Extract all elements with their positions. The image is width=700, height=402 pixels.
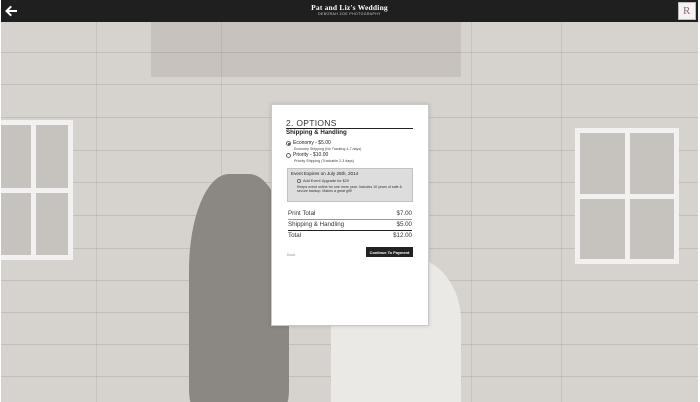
totals-divider-strong (288, 230, 412, 231)
right-window (575, 128, 679, 264)
print-total-value: $7.00 (396, 210, 412, 217)
print-total-row: Print Total $7.00 (288, 210, 412, 217)
gallery-title: Pat and Liz's Wedding (311, 3, 388, 12)
left-window (1, 120, 73, 260)
economy-radio[interactable] (286, 140, 291, 146)
brand-logo-icon[interactable]: R (678, 2, 696, 20)
continue-to-payment-button[interactable]: Continue To Payment (366, 247, 413, 257)
top-bar: Pat and Liz's Wedding DEBORAH ZOE PHOTOG… (1, 0, 698, 22)
priority-radio[interactable] (286, 152, 291, 158)
event-expiry-box: Event Expires on July 25th, 2014 Add Eve… (287, 168, 413, 202)
step-title: 2. OPTIONS (286, 118, 337, 128)
photographer-name: DEBORAH ZOE PHOTOGRAPHY (318, 12, 381, 16)
shipping-total-label: Shipping & Handling (288, 221, 345, 228)
event-upgrade-label: Add Event Upgrade for $29 (303, 179, 350, 183)
shipping-option-priority[interactable]: Priority - $10.00 (286, 152, 328, 158)
shipping-total-row: Shipping & Handling $5.00 (288, 221, 412, 228)
event-upgrade-description: Keeps event online for one more year. In… (297, 185, 403, 194)
totals-divider (288, 219, 412, 220)
app-page: Pat and Liz's Wedding DEBORAH ZOE PHOTOG… (1, 0, 698, 402)
gallery-title-block: Pat and Liz's Wedding DEBORAH ZOE PHOTOG… (1, 3, 698, 17)
economy-description: Economy Shipping (No Tracking 4-7 days) (294, 147, 362, 151)
priority-description: Priority Shipping (Trackable 2-3 days) (294, 159, 354, 163)
checkout-options-dialog: 2. OPTIONS Shipping & Handling Economy -… (271, 104, 429, 326)
priority-label: Priority - $10.00 (293, 152, 329, 158)
print-total-label: Print Total (288, 210, 316, 217)
shipping-option-economy[interactable]: Economy - $5.00 (286, 140, 331, 146)
event-upgrade-option[interactable]: Add Event Upgrade for $29 (297, 179, 349, 183)
grand-total-label: Total (288, 232, 302, 239)
shipping-total-value: $5.00 (396, 221, 412, 228)
economy-label: Economy - $5.00 (293, 140, 331, 146)
grand-total-value: $12.00 (393, 232, 412, 239)
event-upgrade-checkbox[interactable] (297, 179, 301, 183)
logo-letter: R (683, 5, 691, 17)
event-expiry-title: Event Expires on July 25th, 2014 (291, 171, 359, 176)
grand-total-row: Total $12.00 (288, 232, 412, 239)
section-title: Shipping & Handling (286, 129, 347, 136)
back-link[interactable]: Back (287, 253, 295, 257)
